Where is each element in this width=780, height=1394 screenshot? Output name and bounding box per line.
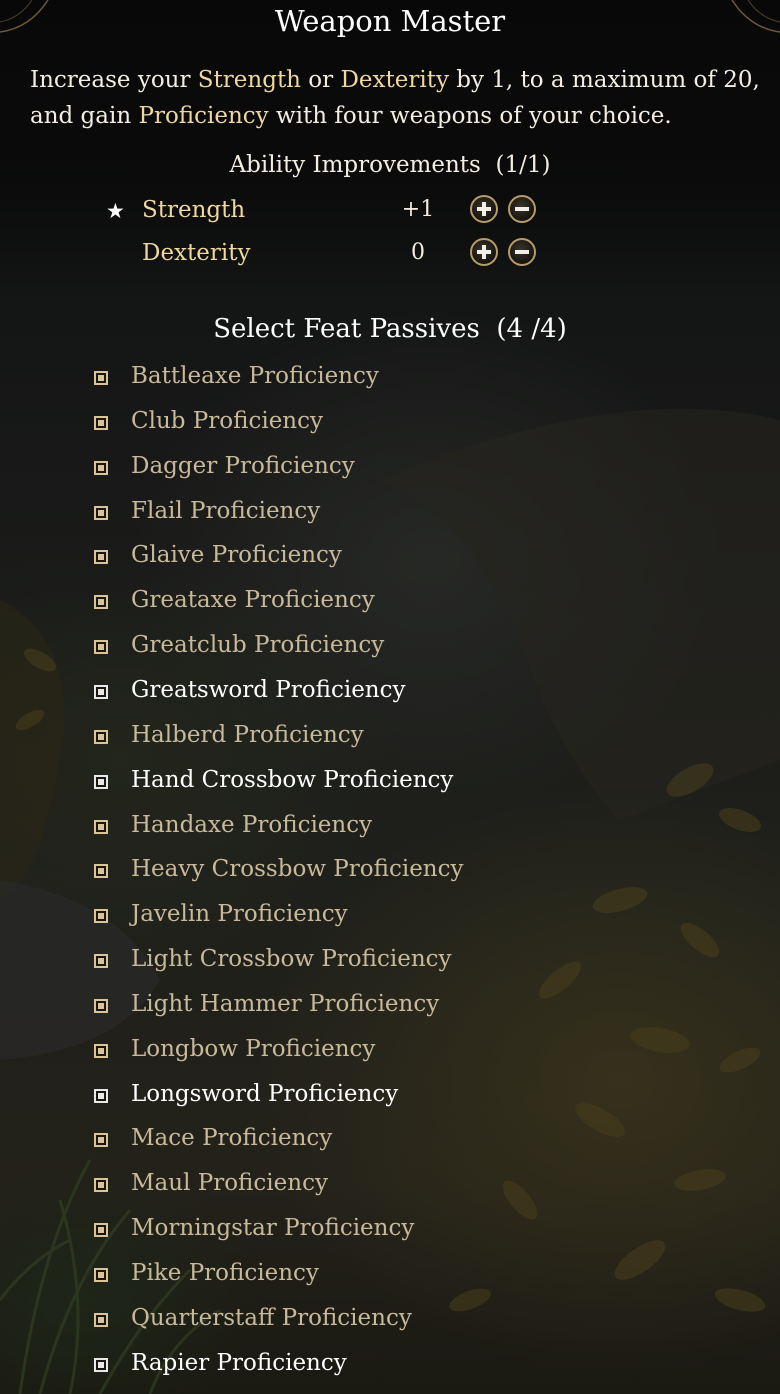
increase-dexterity-button[interactable] [470, 238, 498, 266]
ability-name-strength: Strength [142, 197, 246, 223]
increase-strength-button[interactable] [470, 195, 498, 223]
description-text: or [301, 67, 341, 93]
passive-option[interactable]: Quarterstaff Proficiency [0, 1300, 780, 1344]
feat-passives-label: Select Feat Passives [213, 314, 480, 344]
passive-label: Greatclub Proficiency [131, 632, 385, 659]
passive-option[interactable]: Longsword Proficiency [0, 1076, 780, 1120]
checkbox-icon [94, 729, 108, 744]
checkbox-icon [94, 954, 108, 969]
checkbox-icon [94, 1178, 108, 1193]
passive-label: Light Hammer Proficiency [131, 990, 440, 1017]
passive-label: Quarterstaff Proficiency [131, 1304, 412, 1331]
minus-icon [515, 250, 529, 254]
description-dexterity: Dexterity [340, 67, 449, 93]
checkbox-icon [94, 864, 108, 879]
passive-label: Longbow Proficiency [131, 1035, 376, 1062]
passive-option[interactable]: Halberd Proficiency [0, 717, 780, 761]
passive-option[interactable]: Greatsword Proficiency [0, 672, 780, 716]
passive-option[interactable]: Handaxe Proficiency [0, 807, 780, 851]
passive-label: Flail Proficiency [131, 497, 321, 524]
description-strength: Strength [197, 67, 301, 93]
passive-label: Club Proficiency [131, 407, 323, 434]
passive-option[interactable]: Hand Crossbow Proficiency [0, 762, 780, 806]
checkbox-icon [94, 550, 108, 565]
star-icon: ★ [106, 199, 125, 223]
passive-option[interactable]: Longbow Proficiency [0, 1031, 780, 1075]
checkbox-icon [94, 909, 108, 924]
passive-label: Light Crossbow Proficiency [131, 946, 452, 973]
passive-option[interactable]: Rapier Proficiency [0, 1345, 780, 1389]
checkbox-icon [94, 774, 108, 789]
passive-option[interactable]: Light Hammer Proficiency [0, 986, 780, 1030]
passive-option[interactable]: Greataxe Proficiency [0, 582, 780, 626]
passive-option[interactable]: Pike Proficiency [0, 1255, 780, 1299]
passive-option[interactable]: Club Proficiency [0, 403, 780, 447]
checkbox-icon [94, 684, 108, 699]
passive-label: Hand Crossbow Proficiency [131, 766, 454, 793]
passive-label: Battleaxe Proficiency [131, 363, 379, 389]
plus-icon [477, 202, 491, 216]
ability-value-strength: +1 [401, 197, 435, 222]
checkbox-icon [94, 1088, 108, 1103]
checkbox-icon [94, 1357, 108, 1372]
passive-label: Dagger Proficiency [131, 452, 355, 479]
description-text: Increase your [30, 67, 198, 93]
checkbox-icon [94, 1268, 108, 1282]
decrease-strength-button[interactable] [508, 195, 536, 223]
ability-row-strength: ★ Strength +1 [0, 193, 780, 233]
passive-option[interactable]: Dagger Proficiency [0, 448, 780, 492]
checkbox-icon [94, 415, 108, 430]
passive-option[interactable]: Mace Proficiency [0, 1120, 780, 1164]
passive-option[interactable]: Glaive Proficiency [0, 537, 780, 581]
passive-label: Javelin Proficiency [131, 901, 348, 928]
checkbox-icon [94, 998, 108, 1013]
description-text: with four weapons of your choice. [268, 103, 672, 129]
checkbox-icon [94, 1043, 108, 1058]
passive-label: Handaxe Proficiency [131, 811, 373, 838]
passive-label: Maul Proficiency [131, 1170, 328, 1197]
checkbox-icon [94, 1312, 108, 1327]
passive-label: Heavy Crossbow Proficiency [131, 856, 464, 883]
passive-label: Halberd Proficiency [131, 721, 364, 748]
passive-label: Greatsword Proficiency [131, 676, 406, 703]
description-proficiency: Proficiency [138, 103, 269, 129]
passive-option[interactable]: Battleaxe Proficiency [0, 358, 780, 402]
passive-option[interactable]: Greatclub Proficiency [0, 627, 780, 671]
checkbox-icon [94, 371, 108, 385]
passive-option[interactable]: Maul Proficiency [0, 1165, 780, 1209]
passive-label: Morningstar Proficiency [131, 1215, 415, 1242]
passive-option[interactable]: Light Crossbow Proficiency [0, 941, 780, 985]
checkbox-icon [94, 1223, 108, 1238]
passive-option[interactable]: Heavy Crossbow Proficiency [0, 851, 780, 895]
feat-passives-heading: Select Feat Passives (4 /4) [0, 314, 780, 344]
plus-icon [477, 245, 491, 259]
minus-icon [515, 207, 529, 211]
passive-label: Glaive Proficiency [131, 542, 342, 569]
feat-title: Weapon Master [274, 4, 506, 38]
feat-description: Increase your Strength or Dexterity by 1… [30, 62, 760, 134]
passive-label: Rapier Proficiency [131, 1349, 347, 1376]
passive-option[interactable]: Morningstar Proficiency [0, 1210, 780, 1254]
passive-option[interactable]: Flail Proficiency [0, 493, 780, 537]
checkbox-icon [94, 595, 108, 610]
ability-value-dexterity: 0 [411, 240, 425, 265]
passive-label: Longsword Proficiency [131, 1080, 399, 1107]
ability-improvements-label: Ability Improvements [229, 152, 481, 178]
checkbox-icon [94, 819, 108, 834]
ability-improvements-heading: Ability Improvements (1/1) [0, 152, 780, 178]
checkbox-icon [94, 1133, 108, 1148]
checkbox-icon [94, 505, 108, 520]
passive-label: Mace Proficiency [131, 1125, 333, 1152]
checkbox-icon [94, 460, 108, 475]
ability-improvements-count: (1/1) [495, 152, 551, 178]
passive-label: Pike Proficiency [131, 1260, 319, 1286]
checkbox-icon [94, 640, 108, 655]
passive-option[interactable]: Javelin Proficiency [0, 896, 780, 940]
feat-passives-count: (4 /4) [496, 314, 567, 344]
decrease-dexterity-button[interactable] [508, 238, 536, 266]
passive-label: Greataxe Proficiency [131, 587, 375, 614]
ability-name-dexterity: Dexterity [142, 240, 251, 266]
ability-row-dexterity: Dexterity 0 [0, 236, 780, 276]
